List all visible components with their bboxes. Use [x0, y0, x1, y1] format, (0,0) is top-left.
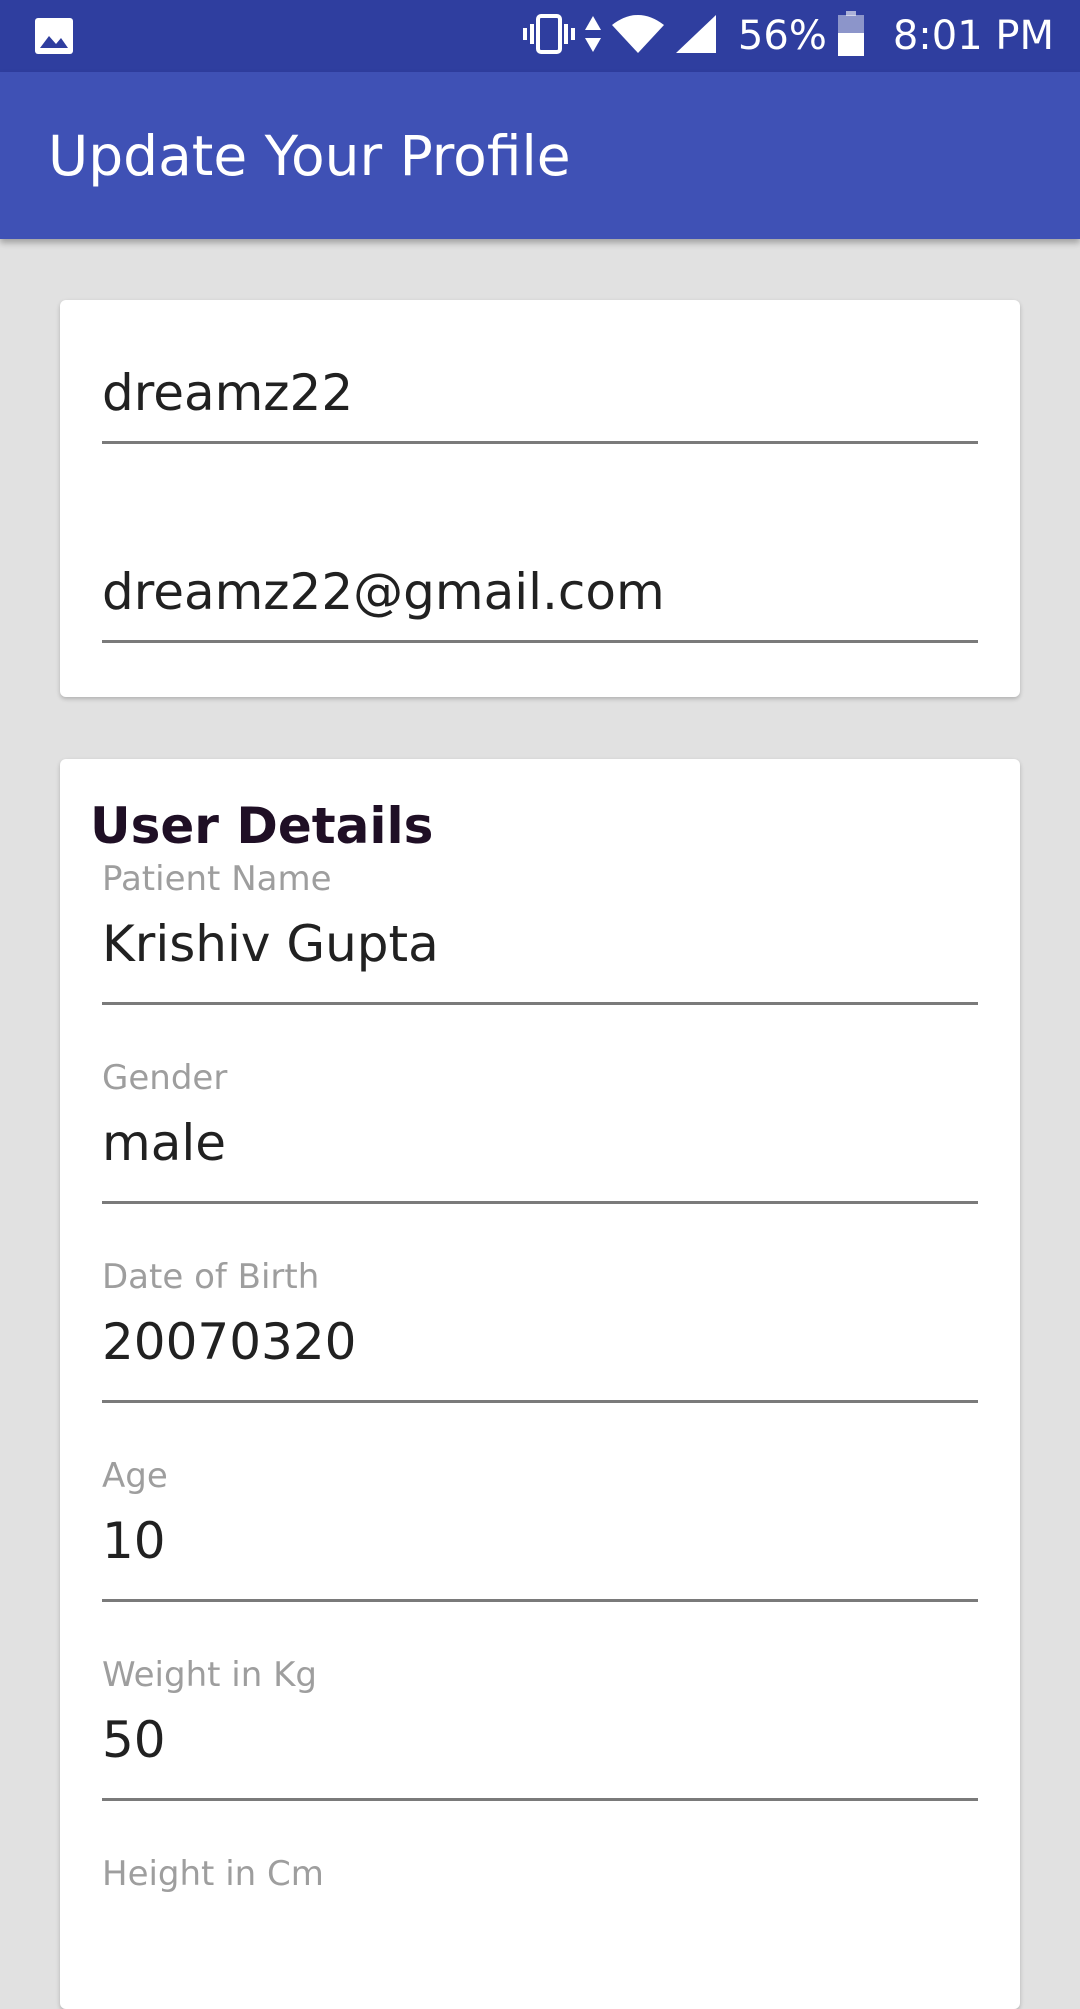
email-underline — [102, 640, 978, 643]
gender-field[interactable]: Gender male — [102, 1058, 978, 1204]
account-card: dreamz22 dreamz22@gmail.com — [60, 300, 1020, 697]
status-bar: 56% 8:01 PM — [0, 0, 1080, 72]
battery-icon — [837, 11, 865, 61]
battery-percent: 56% — [737, 13, 827, 59]
patient-name-value: Krishiv Gupta — [102, 915, 439, 973]
weight-underline — [102, 1798, 978, 1801]
user-details-title: User Details — [90, 797, 434, 855]
age-field[interactable]: Age 10 — [102, 1456, 978, 1602]
page-title: Update Your Profile — [48, 124, 571, 188]
username-value: dreamz22 — [102, 364, 354, 422]
gender-label: Gender — [102, 1058, 228, 1098]
gender-value: male — [102, 1114, 226, 1172]
date-of-birth-label: Date of Birth — [102, 1257, 320, 1297]
date-of-birth-underline — [102, 1400, 978, 1403]
age-underline — [102, 1599, 978, 1602]
gender-underline — [102, 1201, 978, 1204]
age-value: 10 — [102, 1512, 166, 1570]
height-field[interactable]: Height in Cm — [102, 1854, 978, 1914]
weight-label: Weight in Kg — [102, 1655, 317, 1695]
image-icon — [34, 16, 74, 56]
weight-value: 50 — [102, 1711, 166, 1769]
username-field[interactable]: dreamz22 — [102, 364, 978, 444]
data-arrows-icon — [584, 14, 602, 58]
email-field[interactable]: dreamz22@gmail.com — [102, 563, 978, 643]
patient-name-field[interactable]: Patient Name Krishiv Gupta — [102, 859, 978, 1005]
clock: 8:01 PM — [892, 13, 1054, 59]
date-of-birth-value: 20070320 — [102, 1313, 357, 1371]
user-details-card: User Details Patient Name Krishiv Gupta … — [60, 759, 1020, 2009]
signal-icon — [674, 13, 718, 59]
app-bar: Update Your Profile — [0, 72, 1080, 239]
date-of-birth-field[interactable]: Date of Birth 20070320 — [102, 1257, 978, 1403]
patient-name-label: Patient Name — [102, 859, 332, 899]
username-underline — [102, 441, 978, 444]
wifi-icon — [610, 13, 666, 59]
height-label: Height in Cm — [102, 1854, 324, 1894]
age-label: Age — [102, 1456, 168, 1496]
patient-name-underline — [102, 1002, 978, 1005]
vibrate-icon — [522, 14, 576, 58]
email-value: dreamz22@gmail.com — [102, 563, 665, 621]
weight-field[interactable]: Weight in Kg 50 — [102, 1655, 978, 1801]
